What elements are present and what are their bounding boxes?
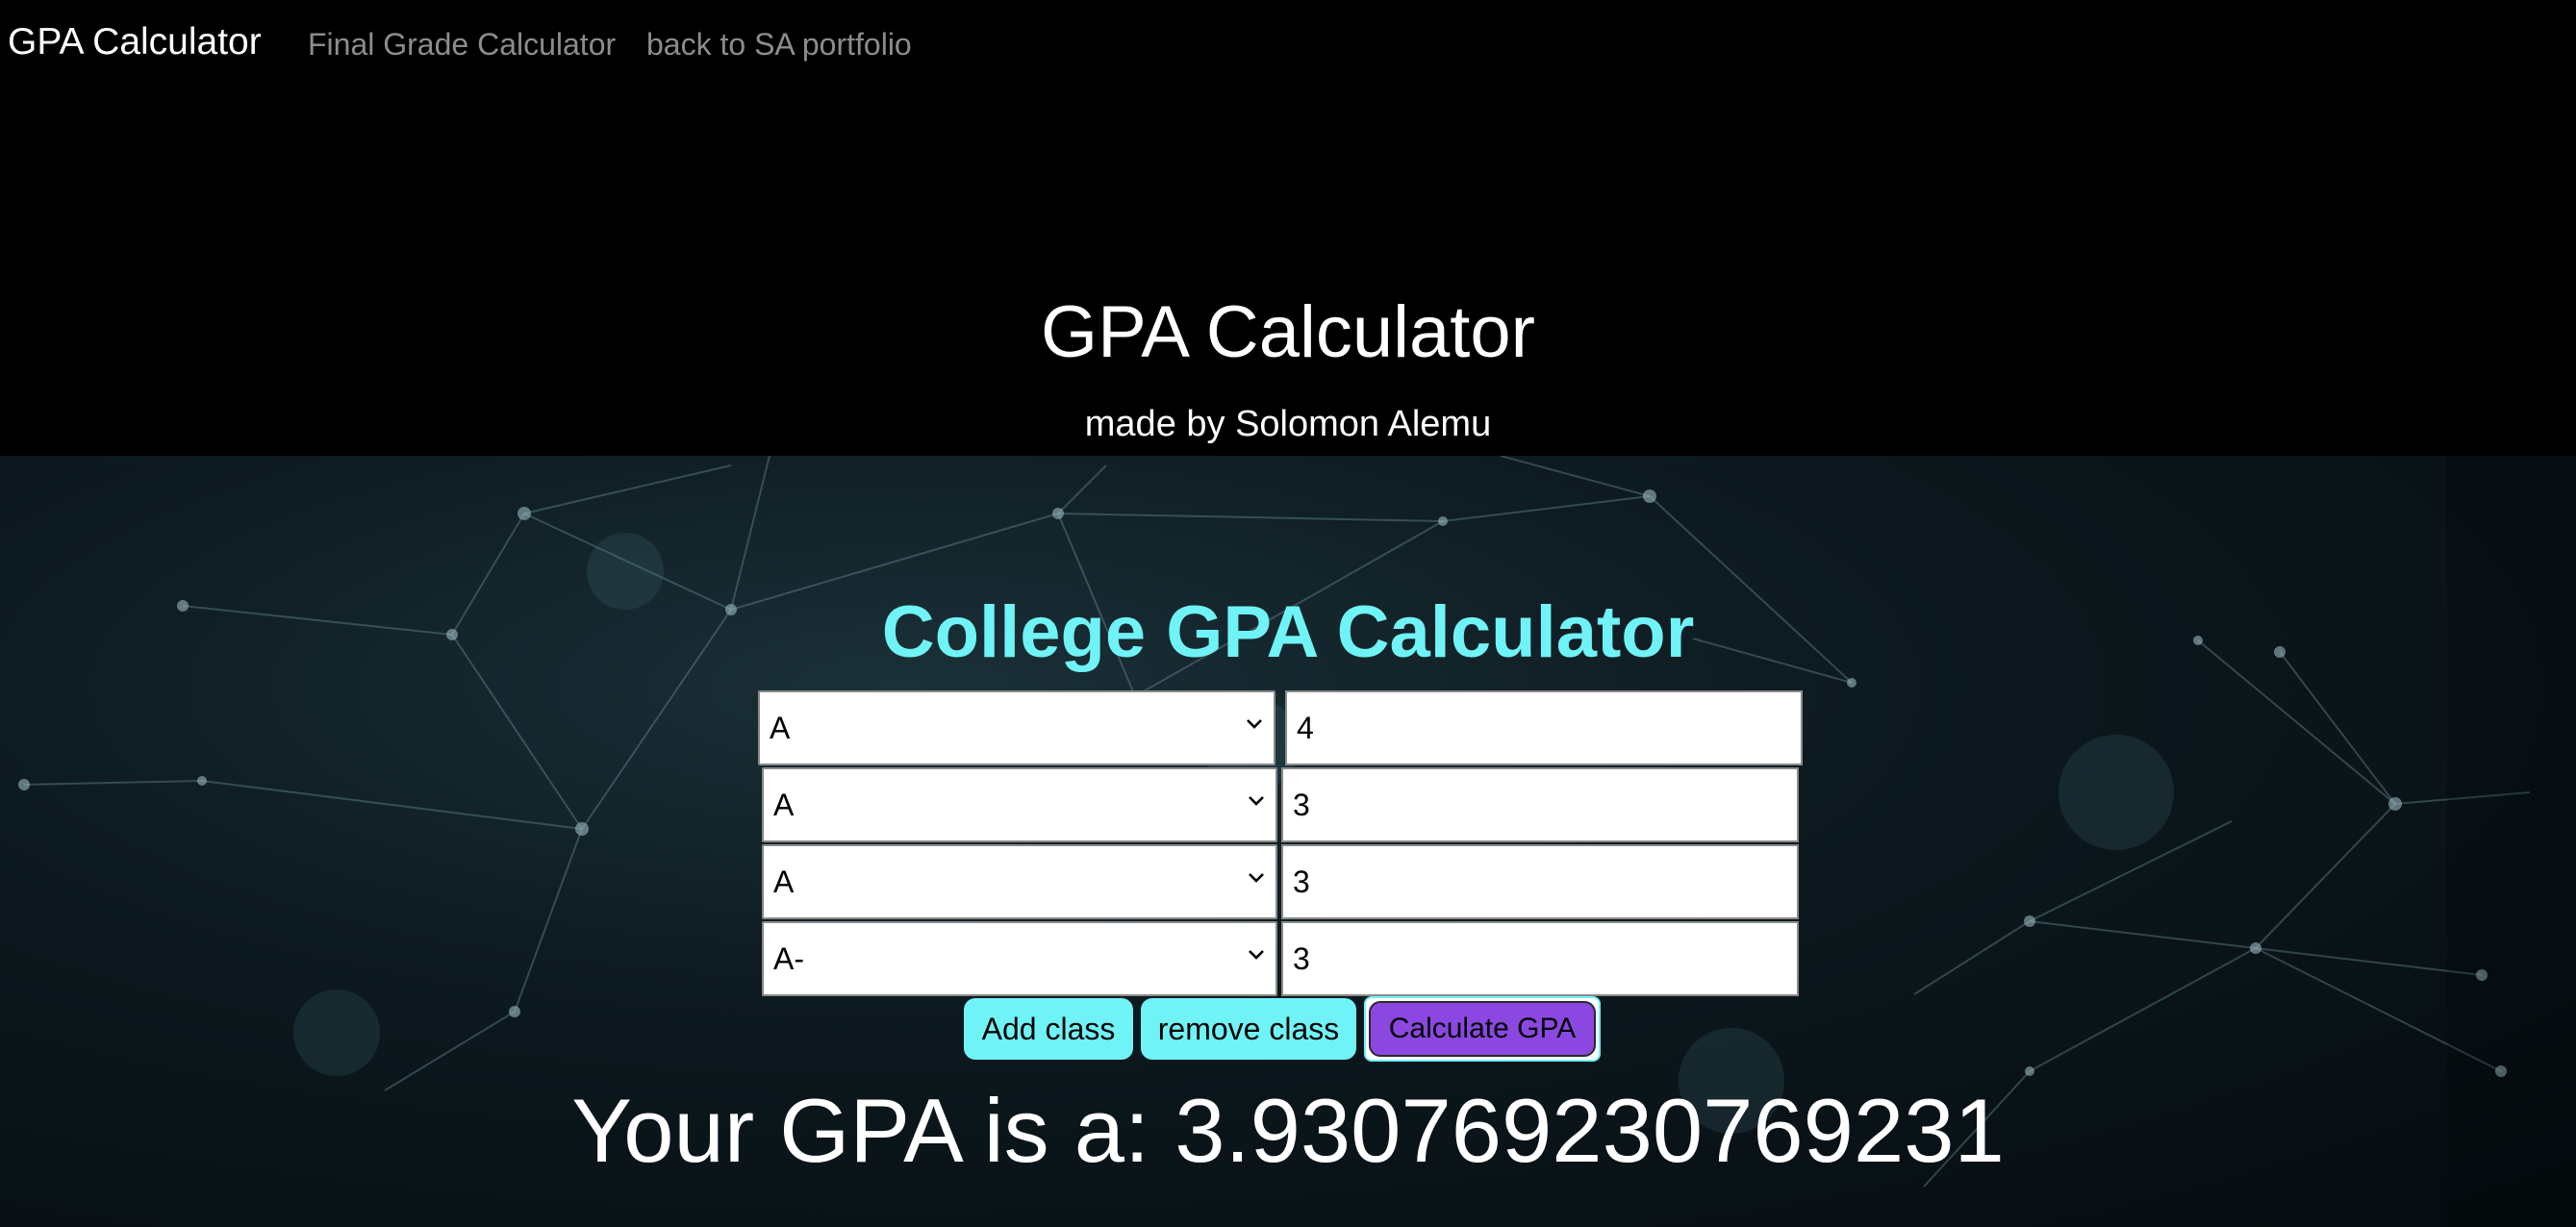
credits-input-value: 4 xyxy=(1297,710,1314,745)
grade-select-value: A- xyxy=(773,940,804,976)
chevron-down-icon xyxy=(1247,719,1262,729)
credits-input-value: 3 xyxy=(1293,864,1310,899)
credits-input[interactable]: 3 xyxy=(1281,921,1799,996)
grade-select-value: A xyxy=(773,864,795,899)
navbar-brand[interactable]: GPA Calculator xyxy=(8,21,262,63)
calculate-gpa-focus-ring: Calculate GPA xyxy=(1364,996,1601,1062)
hero-subtitle: made by Solomon Alemu xyxy=(1084,404,1492,444)
chevron-down-icon xyxy=(1249,950,1264,960)
grade-select[interactable]: A xyxy=(762,767,1277,842)
add-class-button[interactable]: Add class xyxy=(964,998,1133,1060)
calculator-title: College GPA Calculator xyxy=(881,591,1695,673)
grade-select-value: A xyxy=(770,710,791,745)
grade-select[interactable]: A- xyxy=(762,921,1277,996)
credits-input[interactable]: 3 xyxy=(1281,767,1799,842)
credits-input[interactable]: 3 xyxy=(1281,844,1799,919)
page: GPA Calculator Final Grade Calculator ba… xyxy=(0,0,2576,1227)
chevron-down-icon xyxy=(1249,796,1264,806)
grade-select-value: A xyxy=(773,787,795,822)
navbar: GPA Calculator Final Grade Calculator ba… xyxy=(0,0,2576,88)
credits-input-value: 3 xyxy=(1293,940,1310,976)
grade-select[interactable]: A xyxy=(758,690,1275,765)
calculate-gpa-button[interactable]: Calculate GPA xyxy=(1369,1001,1596,1057)
credits-input[interactable]: 4 xyxy=(1285,690,1803,765)
gpa-result: Your GPA is a: 3.930769230769231 xyxy=(571,1080,2005,1181)
remove-class-button[interactable]: remove class xyxy=(1141,998,1356,1060)
credits-input-value: 3 xyxy=(1293,787,1310,822)
chevron-down-icon xyxy=(1249,873,1264,883)
hero-title: GPA Calculator xyxy=(1041,291,1535,373)
nav-link-back-to-portfolio[interactable]: back to SA portfolio xyxy=(646,27,912,63)
grade-select[interactable]: A xyxy=(762,844,1277,919)
nav-link-final-grade-calculator[interactable]: Final Grade Calculator xyxy=(308,27,616,63)
